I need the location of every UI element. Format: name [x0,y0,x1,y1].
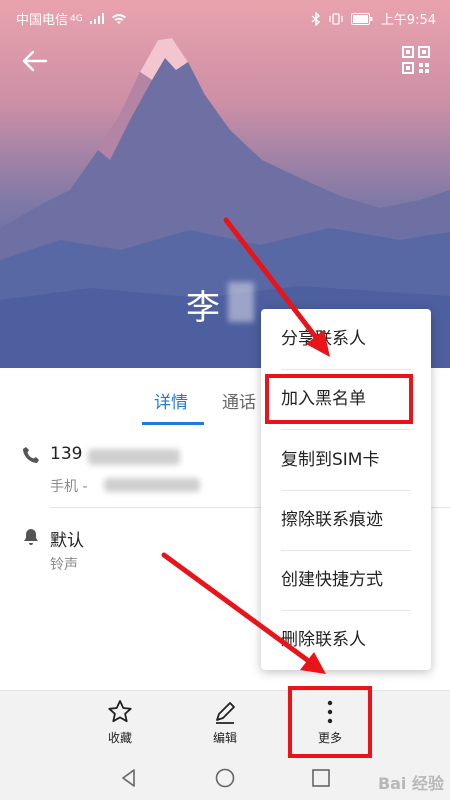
nav-recent-icon[interactable] [310,767,332,789]
highlight-box-blacklist [265,374,413,424]
status-bar: 中国电信 4G 上午9:54 [0,0,450,34]
tab-calls[interactable]: 通话 [222,388,256,413]
menu-item-share-contact[interactable]: 分享联系人 [281,309,411,369]
phone-type-label: 手机 - [50,479,88,495]
back-arrow-icon[interactable] [18,44,52,78]
pencil-icon [216,702,235,724]
phone-icon [23,447,39,463]
phone-number: 139 [50,444,83,464]
qr-code-icon[interactable] [402,46,430,74]
star-icon [108,700,132,723]
edit-label: 编辑 [212,731,237,745]
menu-item-erase-traces[interactable]: 擦除联系痕迹 [281,490,411,550]
menu-item-create-shortcut[interactable]: 创建快捷方式 [281,550,411,610]
network-label: 4G [70,13,83,24]
contact-name: 李 [186,288,222,328]
bluetooth-icon [311,11,320,26]
bottom-toolbar: 收藏 编辑 更多 [0,690,450,758]
phone-location-redaction [104,478,200,492]
name-redaction [228,282,254,322]
ringtone-label: 铃声 [50,557,78,573]
battery-icon [350,12,373,25]
ringtone-value: 默认 [50,531,84,551]
wifi-icon [111,13,126,24]
menu-item-delete-contact[interactable]: 删除联系人 [281,610,411,670]
highlight-box-more [288,686,372,758]
nav-home-icon[interactable] [214,767,236,789]
more-options-menu: 分享联系人 加入黑名单 复制到SIM卡 擦除联系痕迹 创建快捷方式 删除联系人 [261,309,431,670]
bell-icon [24,529,38,545]
edit-button[interactable]: 编辑 [195,699,255,746]
tab-details[interactable]: 详情 [154,388,188,413]
vibrate-icon [329,12,343,25]
menu-item-copy-to-sim[interactable]: 复制到SIM卡 [281,430,411,490]
nav-back-icon[interactable] [118,767,140,789]
phone-number-redaction [88,449,180,465]
carrier-label: 中国电信 [16,13,69,28]
signal-icon [89,12,104,24]
active-tab-indicator [142,422,204,425]
favorite-label: 收藏 [107,731,132,745]
clock-label: 上午9:54 [380,13,436,28]
favorite-button[interactable]: 收藏 [90,699,150,746]
watermark: Bai 经验 [377,774,444,793]
